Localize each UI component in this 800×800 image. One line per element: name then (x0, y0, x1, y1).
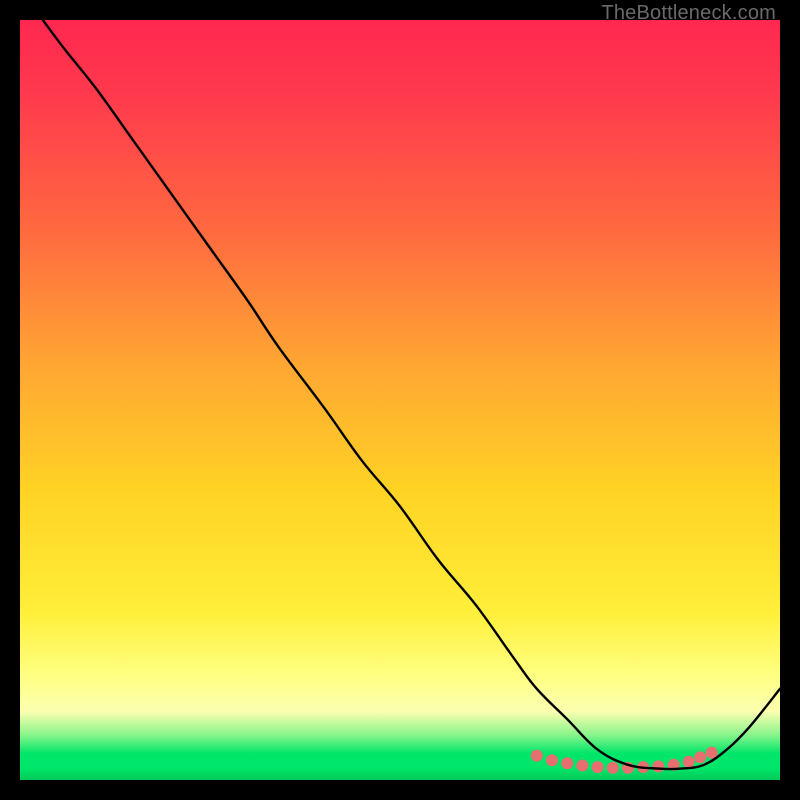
chart-frame: TheBottleneck.com (0, 0, 800, 800)
valley-dot (637, 761, 649, 773)
valley-dot (622, 762, 634, 774)
valley-dot (561, 757, 573, 769)
valley-dot (652, 760, 664, 772)
bottleneck-curve-line (43, 20, 780, 769)
valley-dot (531, 750, 543, 762)
valley-dot (607, 762, 619, 774)
valley-dot (694, 751, 706, 763)
valley-dot (546, 754, 558, 766)
valley-dot (668, 759, 680, 771)
chart-svg (20, 20, 780, 780)
valley-dot (576, 760, 588, 772)
valley-highlight-dots (531, 747, 718, 774)
chart-plot-area (20, 20, 780, 780)
valley-dot (706, 747, 718, 759)
valley-dot (683, 756, 695, 768)
watermark-text: TheBottleneck.com (601, 2, 776, 25)
valley-dot (592, 761, 604, 773)
